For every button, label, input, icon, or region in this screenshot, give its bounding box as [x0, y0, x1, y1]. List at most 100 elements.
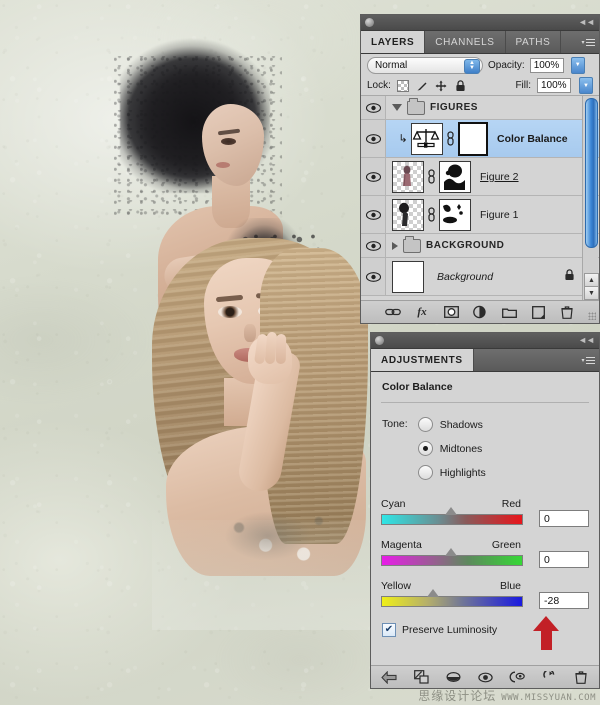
layer-visibility-toggle[interactable]: [361, 96, 386, 119]
eye-icon[interactable]: [365, 240, 381, 251]
layer-row-figure-2[interactable]: Figure 2: [361, 158, 599, 196]
tab-channels[interactable]: CHANNELS: [425, 31, 506, 53]
eye-icon[interactable]: [365, 171, 381, 182]
add-layer-style-icon[interactable]: fx: [414, 304, 430, 320]
color-balance-thumbnail[interactable]: [411, 122, 443, 155]
layers-panel[interactable]: ◄◄ LAYERS CHANNELS PATHS ▾ Normal ▲ ▼ Opa…: [360, 14, 600, 324]
scrollbar-thumb[interactable]: [585, 98, 598, 248]
slider-track[interactable]: [381, 555, 523, 566]
layers-panel-tabs[interactable]: LAYERS CHANNELS PATHS ▾: [361, 31, 599, 54]
slider-magenta-green[interactable]: Magenta Green 0: [381, 539, 589, 568]
lock-transparent-pixels-icon[interactable]: [397, 79, 410, 92]
tab-layers[interactable]: LAYERS: [361, 31, 426, 53]
slider-track[interactable]: [381, 514, 523, 525]
checkbox-icon[interactable]: ✔: [382, 623, 396, 637]
layer-visibility-toggle[interactable]: [361, 158, 386, 195]
group-disclosure-triangle-icon[interactable]: [392, 104, 402, 111]
panel-menu-icon[interactable]: ▾: [577, 31, 599, 53]
link-mask-icon[interactable]: [446, 131, 455, 147]
lock-row[interactable]: Lock: Fill: 100% ▼: [361, 76, 599, 96]
lock-all-icon[interactable]: [454, 79, 467, 92]
view-previous-state-icon[interactable]: [509, 669, 525, 685]
layer-mask-thumbnail[interactable]: [458, 121, 488, 156]
opacity-input[interactable]: 100%: [529, 57, 564, 73]
layer-list[interactable]: FIGURES ↳ Color Balance Figure 2 Figure …: [361, 96, 599, 300]
layer-row-figure-1[interactable]: Figure 1: [361, 196, 599, 234]
slider-value-input[interactable]: 0: [539, 510, 589, 527]
slider-knob[interactable]: [445, 548, 457, 556]
panel-resize-grip[interactable]: [588, 312, 596, 320]
blend-mode-row[interactable]: Normal ▲ ▼ Opacity: 100% ▼: [361, 54, 599, 76]
slider-value-input[interactable]: 0: [539, 551, 589, 568]
layer-row-background[interactable]: Background: [361, 258, 599, 296]
radio-highlights[interactable]: Highlights: [417, 465, 486, 480]
delete-adjustment-icon[interactable]: [573, 669, 589, 685]
layers-panel-footer[interactable]: fx: [361, 300, 599, 323]
panel-menu-icon[interactable]: ▾: [577, 349, 599, 371]
lock-position-icon[interactable]: [435, 79, 448, 92]
layer-visibility-toggle[interactable]: [361, 234, 386, 257]
adjustments-panel[interactable]: ◄◄ ADJUSTMENTS ▾ Color Balance Tone: Sha…: [370, 332, 600, 689]
slider-knob[interactable]: [445, 507, 457, 515]
clip-to-layer-icon[interactable]: [413, 669, 429, 685]
layer-row-figures[interactable]: FIGURES: [361, 96, 599, 120]
preview-eye-icon[interactable]: [477, 669, 493, 685]
fill-input[interactable]: 100%: [537, 78, 571, 93]
scroll-up-arrow-icon[interactable]: ▲: [584, 273, 599, 287]
radio-shadows[interactable]: Shadows: [417, 417, 486, 432]
radio-button-icon[interactable]: [417, 441, 433, 456]
delete-layer-icon[interactable]: [559, 304, 575, 320]
collapse-to-icons-icon[interactable]: ◄◄: [578, 17, 595, 28]
slider-cyan-red[interactable]: Cyan Red 0: [381, 498, 589, 527]
eye-icon[interactable]: [365, 133, 381, 144]
preserve-luminosity-row[interactable]: ✔ Preserve Luminosity: [371, 607, 599, 637]
tab-adjustments[interactable]: ADJUSTMENTS: [371, 349, 474, 371]
layer-list-scrollbar[interactable]: ▲ ▼: [582, 96, 599, 300]
slider-value-input[interactable]: -28: [539, 592, 589, 609]
group-disclosure-triangle-icon[interactable]: [392, 241, 398, 250]
add-layer-mask-icon[interactable]: [443, 304, 459, 320]
layer-row-color-balance[interactable]: ↳ Color Balance: [361, 120, 599, 158]
eye-icon[interactable]: [365, 102, 381, 113]
adjustments-panel-titlebar[interactable]: ◄◄: [371, 333, 599, 349]
layer-mask-thumbnail[interactable]: [439, 198, 471, 231]
new-group-icon[interactable]: [501, 304, 517, 320]
radio-button-icon[interactable]: [417, 465, 433, 480]
layer-content-thumbnail[interactable]: [392, 198, 424, 231]
slider-yellow-blue[interactable]: Yellow Blue -28: [381, 580, 589, 650]
opacity-stepper-icon[interactable]: ▼: [570, 56, 585, 74]
slider-track[interactable]: [381, 596, 523, 607]
layer-mask-thumbnail[interactable]: [439, 160, 471, 193]
slider-knob[interactable]: [427, 589, 439, 597]
scroll-down-arrow-icon[interactable]: ▼: [584, 286, 599, 300]
layer-content-thumbnail[interactable]: [392, 160, 424, 193]
layer-visibility-toggle[interactable]: [361, 120, 386, 157]
tab-paths[interactable]: PATHS: [505, 31, 562, 53]
layer-row-background-group[interactable]: BACKGROUND: [361, 234, 599, 258]
reset-adjustment-icon[interactable]: [541, 669, 557, 685]
layer-visibility-toggle[interactable]: [361, 258, 386, 295]
return-to-adjustment-list-icon[interactable]: [381, 669, 397, 685]
adjustments-panel-footer[interactable]: [371, 665, 599, 688]
tone-selector[interactable]: Tone: Shadows Midtones Highlights: [371, 403, 599, 484]
layers-panel-titlebar[interactable]: ◄◄: [361, 15, 599, 31]
layer-visibility-toggle[interactable]: [361, 196, 386, 233]
blend-mode-stepper-icon[interactable]: ▲ ▼: [464, 58, 480, 74]
color-balance-sliders[interactable]: Cyan Red 0 Magenta Green 0 Yellow Blue -…: [371, 498, 599, 650]
adjustments-panel-tabs[interactable]: ADJUSTMENTS ▾: [371, 349, 599, 372]
fill-stepper-icon[interactable]: ▼: [579, 77, 593, 94]
collapse-to-icons-icon[interactable]: ◄◄: [578, 335, 595, 346]
link-mask-icon[interactable]: [427, 169, 436, 185]
eye-icon[interactable]: [365, 209, 381, 220]
new-adjustment-layer-icon[interactable]: [472, 304, 488, 320]
toggle-layer-visibility-icon[interactable]: [445, 669, 461, 685]
link-layers-icon[interactable]: [385, 304, 401, 320]
new-layer-icon[interactable]: [530, 304, 546, 320]
link-mask-icon[interactable]: [427, 207, 436, 223]
lock-image-pixels-icon[interactable]: [416, 79, 429, 92]
blend-mode-select[interactable]: Normal ▲ ▼: [367, 56, 483, 74]
radio-button-icon[interactable]: [417, 417, 433, 432]
layer-content-thumbnail[interactable]: [392, 260, 424, 293]
radio-midtones[interactable]: Midtones: [417, 441, 486, 456]
eye-icon[interactable]: [365, 271, 381, 282]
